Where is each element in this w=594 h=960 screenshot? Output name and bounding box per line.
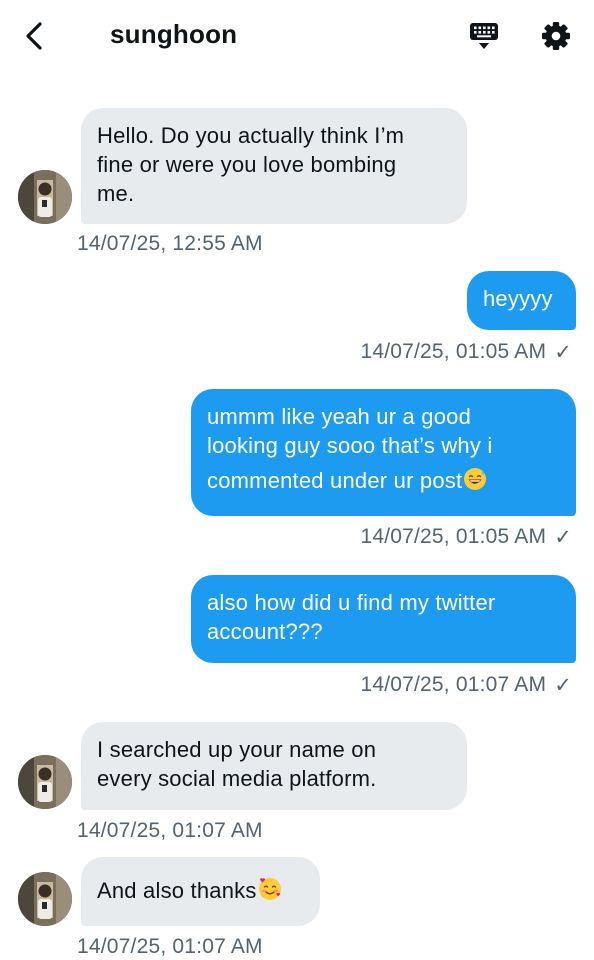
message-timestamp-row: 14/07/25, 01:05 AM ✓ <box>360 340 572 365</box>
keyboard-button[interactable] <box>466 18 502 54</box>
message-line-with-emoji: commented under ur post <box>207 466 560 495</box>
message-line: also how did u find my twitter <box>207 590 496 615</box>
profile-photo <box>18 170 72 224</box>
sent-check-icon: ✓ <box>554 674 572 697</box>
conversation-title[interactable]: sunghoon <box>110 19 237 50</box>
message-timestamp-row: 14/07/25, 01:05 AM ✓ <box>360 525 572 550</box>
message-line: ummm like yeah ur a good <box>207 404 472 429</box>
message-bubble-outgoing[interactable]: ummm like yeah ur a good looking guy soo… <box>191 389 576 516</box>
message-timestamp: 14/07/25, 01:05 AM <box>360 340 547 363</box>
avatar[interactable] <box>18 755 72 809</box>
sent-check-icon: ✓ <box>554 341 572 364</box>
message-line: every social media platform. <box>97 766 377 791</box>
message-line: Hello. Do you actually think I’m <box>97 123 405 148</box>
message-line: account??? <box>207 619 323 644</box>
message-line: fine or were you love bombing <box>97 152 397 177</box>
message-timestamp: 14/07/25, 01:07 AM <box>77 819 263 842</box>
message-timestamp: 14/07/25, 12:55 AM <box>77 232 263 255</box>
message-timestamp-row: 14/07/25, 01:07 AM ✓ <box>360 673 572 698</box>
message-line: commented under ur post <box>207 468 463 493</box>
message-timestamp: 14/07/25, 01:07 AM <box>360 673 547 696</box>
profile-photo <box>18 755 72 809</box>
message-line: I searched up your name on <box>97 737 377 762</box>
avatar[interactable] <box>18 170 72 224</box>
profile-photo <box>18 872 72 926</box>
grinning-sweat-emoji <box>464 468 487 490</box>
smiling-face-with-hearts-emoji <box>258 878 281 900</box>
conversation-header: sunghoon <box>0 0 594 72</box>
gear-icon <box>542 22 570 50</box>
message-line: And also thanks <box>97 878 257 903</box>
back-button[interactable] <box>16 18 52 54</box>
message-timestamp: 14/07/25, 01:07 AM <box>77 935 263 958</box>
message-bubble-incoming[interactable]: I searched up your name on every social … <box>81 722 467 810</box>
message-line: looking guy sooo that’s why i <box>207 433 493 458</box>
message-bubble-incoming[interactable]: Hello. Do you actually think I’m fine or… <box>81 108 467 224</box>
chevron-left-icon <box>26 22 42 50</box>
message-bubble-incoming[interactable]: And also thanks <box>81 857 320 926</box>
message-bubble-outgoing[interactable]: heyyyy <box>467 271 576 330</box>
message-line: heyyyy <box>483 286 553 311</box>
settings-button[interactable] <box>538 18 574 54</box>
sent-check-icon: ✓ <box>554 526 572 549</box>
message-bubble-outgoing[interactable]: also how did u find my twitter account??… <box>191 575 576 663</box>
message-timestamp: 14/07/25, 01:05 AM <box>360 525 547 548</box>
keyboard-icon <box>470 23 498 49</box>
message-line: me. <box>97 181 135 206</box>
avatar[interactable] <box>18 872 72 926</box>
